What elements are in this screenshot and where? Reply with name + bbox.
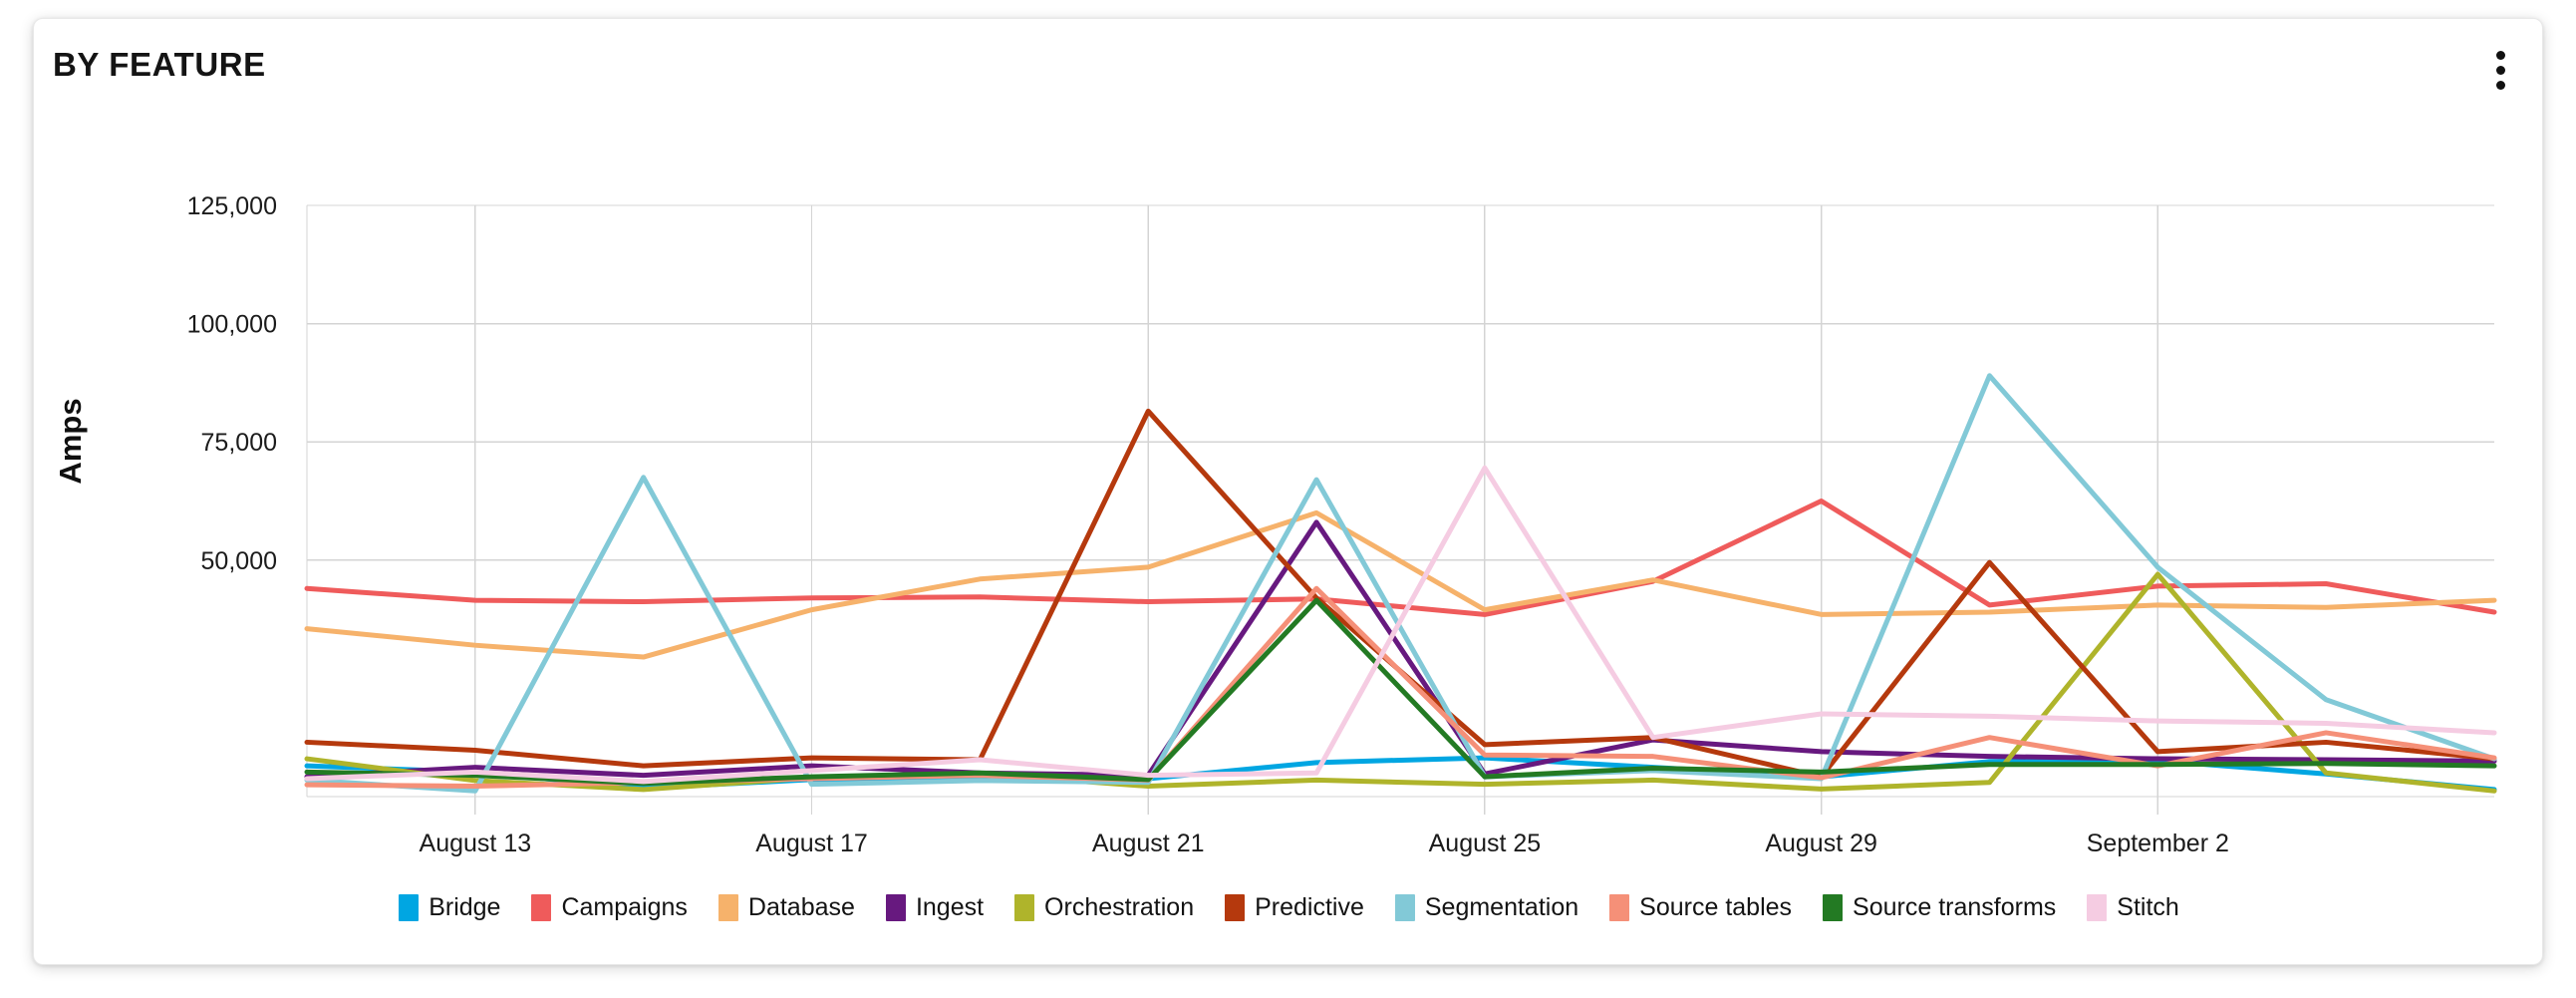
legend-color-swatch — [1609, 894, 1630, 921]
x-axis-tick-label: August 25 — [1429, 830, 1542, 857]
plot-area: 50,000 75,000 100,000 125,000 August 13 Augus… — [34, 19, 2544, 966]
legend-item-ingest[interactable]: Ingest — [885, 893, 985, 921]
legend-item-source-transforms[interactable]: Source transforms — [1823, 894, 2056, 921]
legend-color-swatch — [885, 894, 906, 921]
legend-color-swatch — [2087, 894, 2108, 921]
line-chart: 50,000 75,000 100,000 125,000 August 13 Augus… — [53, 192, 2497, 857]
legend-color-swatch — [1014, 894, 1035, 921]
legend-item-label: Source tables — [1639, 893, 1793, 921]
legend-item-stitch[interactable]: Stitch — [2087, 894, 2179, 921]
legend-item-label: Predictive — [1255, 893, 1364, 921]
legend-item-label: Database — [747, 893, 855, 921]
x-axis-tick-label: August 17 — [755, 830, 868, 857]
legend-color-swatch — [1823, 894, 1844, 921]
legend-item-segmentation[interactable]: Segmentation — [1394, 893, 1579, 921]
legend-item-label: Segmentation — [1424, 893, 1579, 921]
legend-item-label: Orchestration — [1044, 893, 1195, 921]
chart-legend: Bridge Campaigns Database Ingest Orchestrati… — [34, 894, 2544, 921]
legend-item-predictive[interactable]: Predictive — [1225, 894, 1364, 921]
legend-color-swatch — [531, 894, 552, 921]
chart-card: BY FEATURE 50,000 75,000 100,000 125,000 Aug… — [33, 18, 2543, 965]
y-axis-title: Amps — [53, 398, 88, 484]
y-axis-tick-label: 75,000 — [201, 429, 277, 457]
legend-item-label: Ingest — [915, 893, 985, 921]
legend-item-label: Source transforms — [1853, 893, 2057, 921]
legend-item-orchestration[interactable]: Orchestration — [1014, 894, 1194, 921]
series-line-campaigns[interactable] — [304, 499, 2497, 617]
series-line-stitch[interactable] — [304, 465, 2497, 785]
y-axis-tick-label: 100,000 — [187, 311, 277, 339]
y-axis-tick-label: 50,000 — [201, 547, 277, 575]
legend-color-swatch — [1225, 894, 1246, 921]
legend-item-database[interactable]: Database — [717, 893, 855, 921]
x-axis-tick-label: September 2 — [2087, 830, 2229, 857]
legend-item-source-tables[interactable]: Source tables — [1609, 894, 1792, 921]
legend-item-label: Bridge — [429, 893, 501, 921]
x-axis-tick-label: August 29 — [1765, 830, 1877, 857]
legend-item-campaigns[interactable]: Campaigns — [531, 893, 688, 921]
legend-color-swatch — [1394, 894, 1415, 921]
legend-item-label: Campaigns — [561, 893, 688, 921]
legend-color-swatch — [399, 894, 420, 921]
legend-color-swatch — [717, 894, 738, 921]
y-axis-tick-label: 125,000 — [187, 192, 277, 220]
x-axis-tick-label: August 21 — [1092, 830, 1205, 857]
x-axis-tick-label: August 13 — [420, 830, 532, 857]
legend-item-bridge[interactable]: Bridge — [399, 894, 500, 921]
legend-item-label: Stitch — [2117, 893, 2179, 921]
